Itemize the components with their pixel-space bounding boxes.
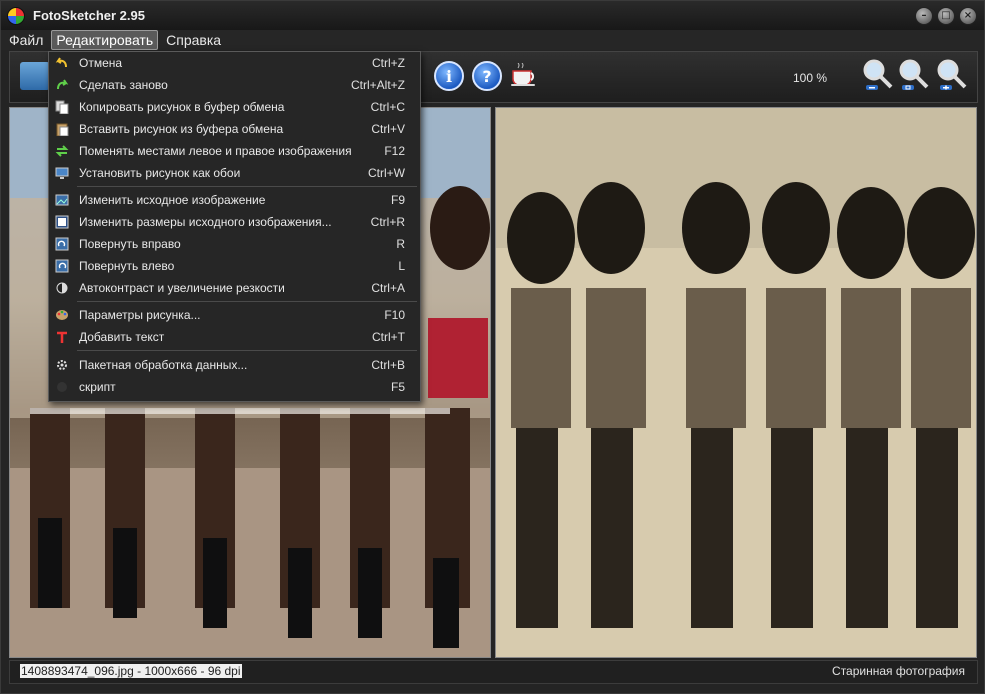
zoom-fit-icon[interactable] — [898, 58, 930, 94]
menu-item-shortcut: Ctrl+Alt+Z — [350, 78, 405, 92]
menu-item-label: Изменить исходное изображение — [79, 193, 266, 207]
menu-item-redo[interactable]: Сделать заново Ctrl+Alt+Z — [49, 74, 420, 96]
file-info: 1408893474_096.jpg - 1000x666 - 96 dpi — [20, 664, 242, 678]
menu-item-label: Параметры рисунка... — [79, 308, 201, 322]
menu-bar: Файл Редактировать Справка — [1, 30, 984, 50]
menu-help[interactable]: Справка — [162, 31, 225, 49]
menu-edit[interactable]: Редактировать — [51, 30, 159, 50]
window-title: FotoSketcher 2.95 — [33, 8, 145, 23]
title-bar[interactable]: FotoSketcher 2.95 – □ × — [1, 1, 984, 30]
maximize-button[interactable]: □ — [937, 7, 955, 25]
resize-icon — [55, 215, 69, 229]
menu-item-label: Отмена — [79, 56, 123, 70]
menu-item-label: Установить рисунок как обои — [79, 166, 241, 180]
menu-item-shortcut: F12 — [384, 144, 405, 158]
menu-item-rotate-left[interactable]: Повернуть влево L — [49, 255, 420, 277]
menu-item-rotate-right[interactable]: Повернуть вправо R — [49, 233, 420, 255]
open-image-icon[interactable] — [20, 62, 50, 90]
rotate-right-icon — [55, 237, 69, 251]
menu-item-script[interactable]: скрипт F5 — [49, 376, 420, 398]
info-icon[interactable]: i — [434, 61, 464, 91]
menu-item-swap[interactable]: Поменять местами левое и правое изображе… — [49, 140, 420, 162]
wallpaper-icon — [55, 166, 69, 180]
contrast-icon — [55, 281, 69, 295]
menu-item-autocontrast[interactable]: Автоконтраст и увеличение резкости Ctrl+… — [49, 277, 420, 299]
menu-item-label: Добавить текст — [79, 330, 165, 344]
menu-item-shortcut: L — [398, 259, 405, 273]
menu-item-copy[interactable]: Копировать рисунок в буфер обмена Ctrl+C — [49, 96, 420, 118]
zoom-level: 100 % — [793, 71, 828, 85]
palette-icon — [55, 308, 69, 322]
menu-item-wallpaper[interactable]: Установить рисунок как обои Ctrl+W — [49, 162, 420, 184]
app-window: FotoSketcher 2.95 – □ × Файл Редактирова… — [0, 0, 985, 694]
script-icon — [55, 380, 69, 394]
menu-item-shortcut: R — [396, 237, 405, 251]
menu-item-label: Поменять местами левое и правое изображе… — [79, 144, 352, 158]
result-photo — [496, 108, 976, 657]
redo-icon — [55, 78, 69, 92]
zoom-out-icon[interactable] — [862, 58, 894, 94]
menu-item-shortcut: Ctrl+A — [371, 281, 405, 295]
menu-separator — [77, 301, 417, 302]
minimize-button[interactable]: – — [915, 7, 933, 25]
menu-item-shortcut: Ctrl+W — [368, 166, 405, 180]
menu-item-shortcut: Ctrl+R — [370, 215, 405, 229]
swap-icon — [55, 144, 69, 158]
menu-item-shortcut: Ctrl+Z — [372, 56, 405, 70]
menu-item-resize[interactable]: Изменить размеры исходного изображения..… — [49, 211, 420, 233]
help-icon[interactable]: ? — [472, 61, 502, 91]
menu-item-label: скрипт — [79, 380, 116, 394]
result-image-pane[interactable] — [495, 107, 977, 658]
menu-item-label: Изменить размеры исходного изображения..… — [79, 215, 332, 229]
text-icon — [55, 330, 69, 344]
menu-item-label: Пакетная обработка данных... — [79, 358, 248, 372]
menu-item-shortcut: Ctrl+B — [371, 358, 405, 372]
menu-item-label: Повернуть вправо — [79, 237, 181, 251]
copy-icon — [55, 100, 69, 114]
menu-item-params[interactable]: Параметры рисунка... F10 — [49, 304, 420, 326]
coffee-cup-icon[interactable] — [510, 62, 538, 87]
maximize-icon: □ — [941, 10, 951, 21]
undo-icon — [55, 56, 69, 70]
menu-item-shortcut: Ctrl+C — [370, 100, 405, 114]
rotate-left-icon — [55, 259, 69, 273]
menu-item-label: Сделать заново — [79, 78, 168, 92]
menu-item-shortcut: F10 — [384, 308, 405, 322]
edit-image-icon — [55, 193, 69, 207]
zoom-in-icon[interactable] — [936, 58, 968, 94]
menu-item-batch[interactable]: Пакетная обработка данных... Ctrl+B — [49, 354, 420, 376]
app-logo-icon — [7, 6, 25, 25]
menu-item-edit-source[interactable]: Изменить исходное изображение F9 — [49, 189, 420, 211]
menu-item-label: Автоконтраст и увеличение резкости — [79, 281, 285, 295]
menu-item-shortcut: Ctrl+T — [372, 330, 405, 344]
menu-item-label: Повернуть влево — [79, 259, 175, 273]
menu-item-paste[interactable]: Вставить рисунок из буфера обмена Ctrl+V — [49, 118, 420, 140]
menu-item-label: Вставить рисунок из буфера обмена — [79, 122, 284, 136]
close-icon: × — [963, 10, 973, 21]
menu-item-undo[interactable]: Отмена Ctrl+Z — [49, 52, 420, 74]
menu-separator — [77, 350, 417, 351]
minimize-icon: – — [921, 10, 927, 21]
batch-icon — [55, 358, 69, 372]
paste-icon — [55, 122, 69, 136]
window-controls: – □ × — [915, 7, 977, 25]
effect-name: Старинная фотография — [832, 664, 965, 678]
menu-separator — [77, 186, 417, 187]
menu-item-shortcut: F5 — [390, 380, 405, 394]
menu-item-label: Копировать рисунок в буфер обмена — [79, 100, 285, 114]
close-button[interactable]: × — [959, 7, 977, 25]
menu-item-shortcut: F9 — [390, 193, 405, 207]
status-bar: 1408893474_096.jpg - 1000x666 - 96 dpi С… — [9, 660, 978, 684]
menu-item-add-text[interactable]: Добавить текст Ctrl+T — [49, 326, 420, 348]
edit-menu-dropdown: Отмена Ctrl+Z Сделать заново Ctrl+Alt+Z … — [48, 51, 421, 402]
menu-file[interactable]: Файл — [5, 31, 47, 49]
menu-item-shortcut: Ctrl+V — [371, 122, 405, 136]
